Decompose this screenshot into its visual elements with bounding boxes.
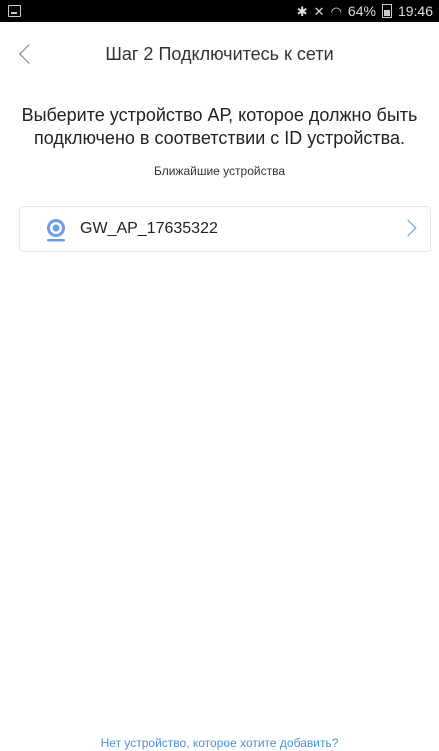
nearby-devices-label: Ближайшие устройства bbox=[153, 164, 285, 178]
mute-icon: ✕ bbox=[313, 3, 325, 19]
page-title: Шаг 2 Подключитесь к сети bbox=[105, 44, 334, 64]
battery-icon bbox=[381, 4, 392, 18]
clock: 19:46 bbox=[397, 3, 433, 19]
device-name: GW_AP_17635322 bbox=[80, 220, 218, 237]
battery-percent: 64% bbox=[347, 3, 376, 19]
instruction-text: Выберите устройство АР, которое должно б… bbox=[21, 105, 418, 148]
device-list-item[interactable]: GW_AP_17635322 bbox=[19, 206, 431, 252]
header: Шаг 2 Подключитесь к сети bbox=[0, 34, 439, 74]
status-bar: ✱ ✕ ◠ 64% 19:46 bbox=[0, 0, 439, 22]
bluetooth-icon: ✱ bbox=[296, 3, 308, 19]
camera-icon bbox=[47, 219, 65, 242]
no-device-link[interactable]: Нет устройство, которое хотите добавить? bbox=[0, 736, 439, 750]
chevron-right-icon bbox=[399, 219, 417, 237]
wifi-icon: ◠ bbox=[330, 3, 342, 19]
gallery-icon bbox=[8, 5, 21, 17]
